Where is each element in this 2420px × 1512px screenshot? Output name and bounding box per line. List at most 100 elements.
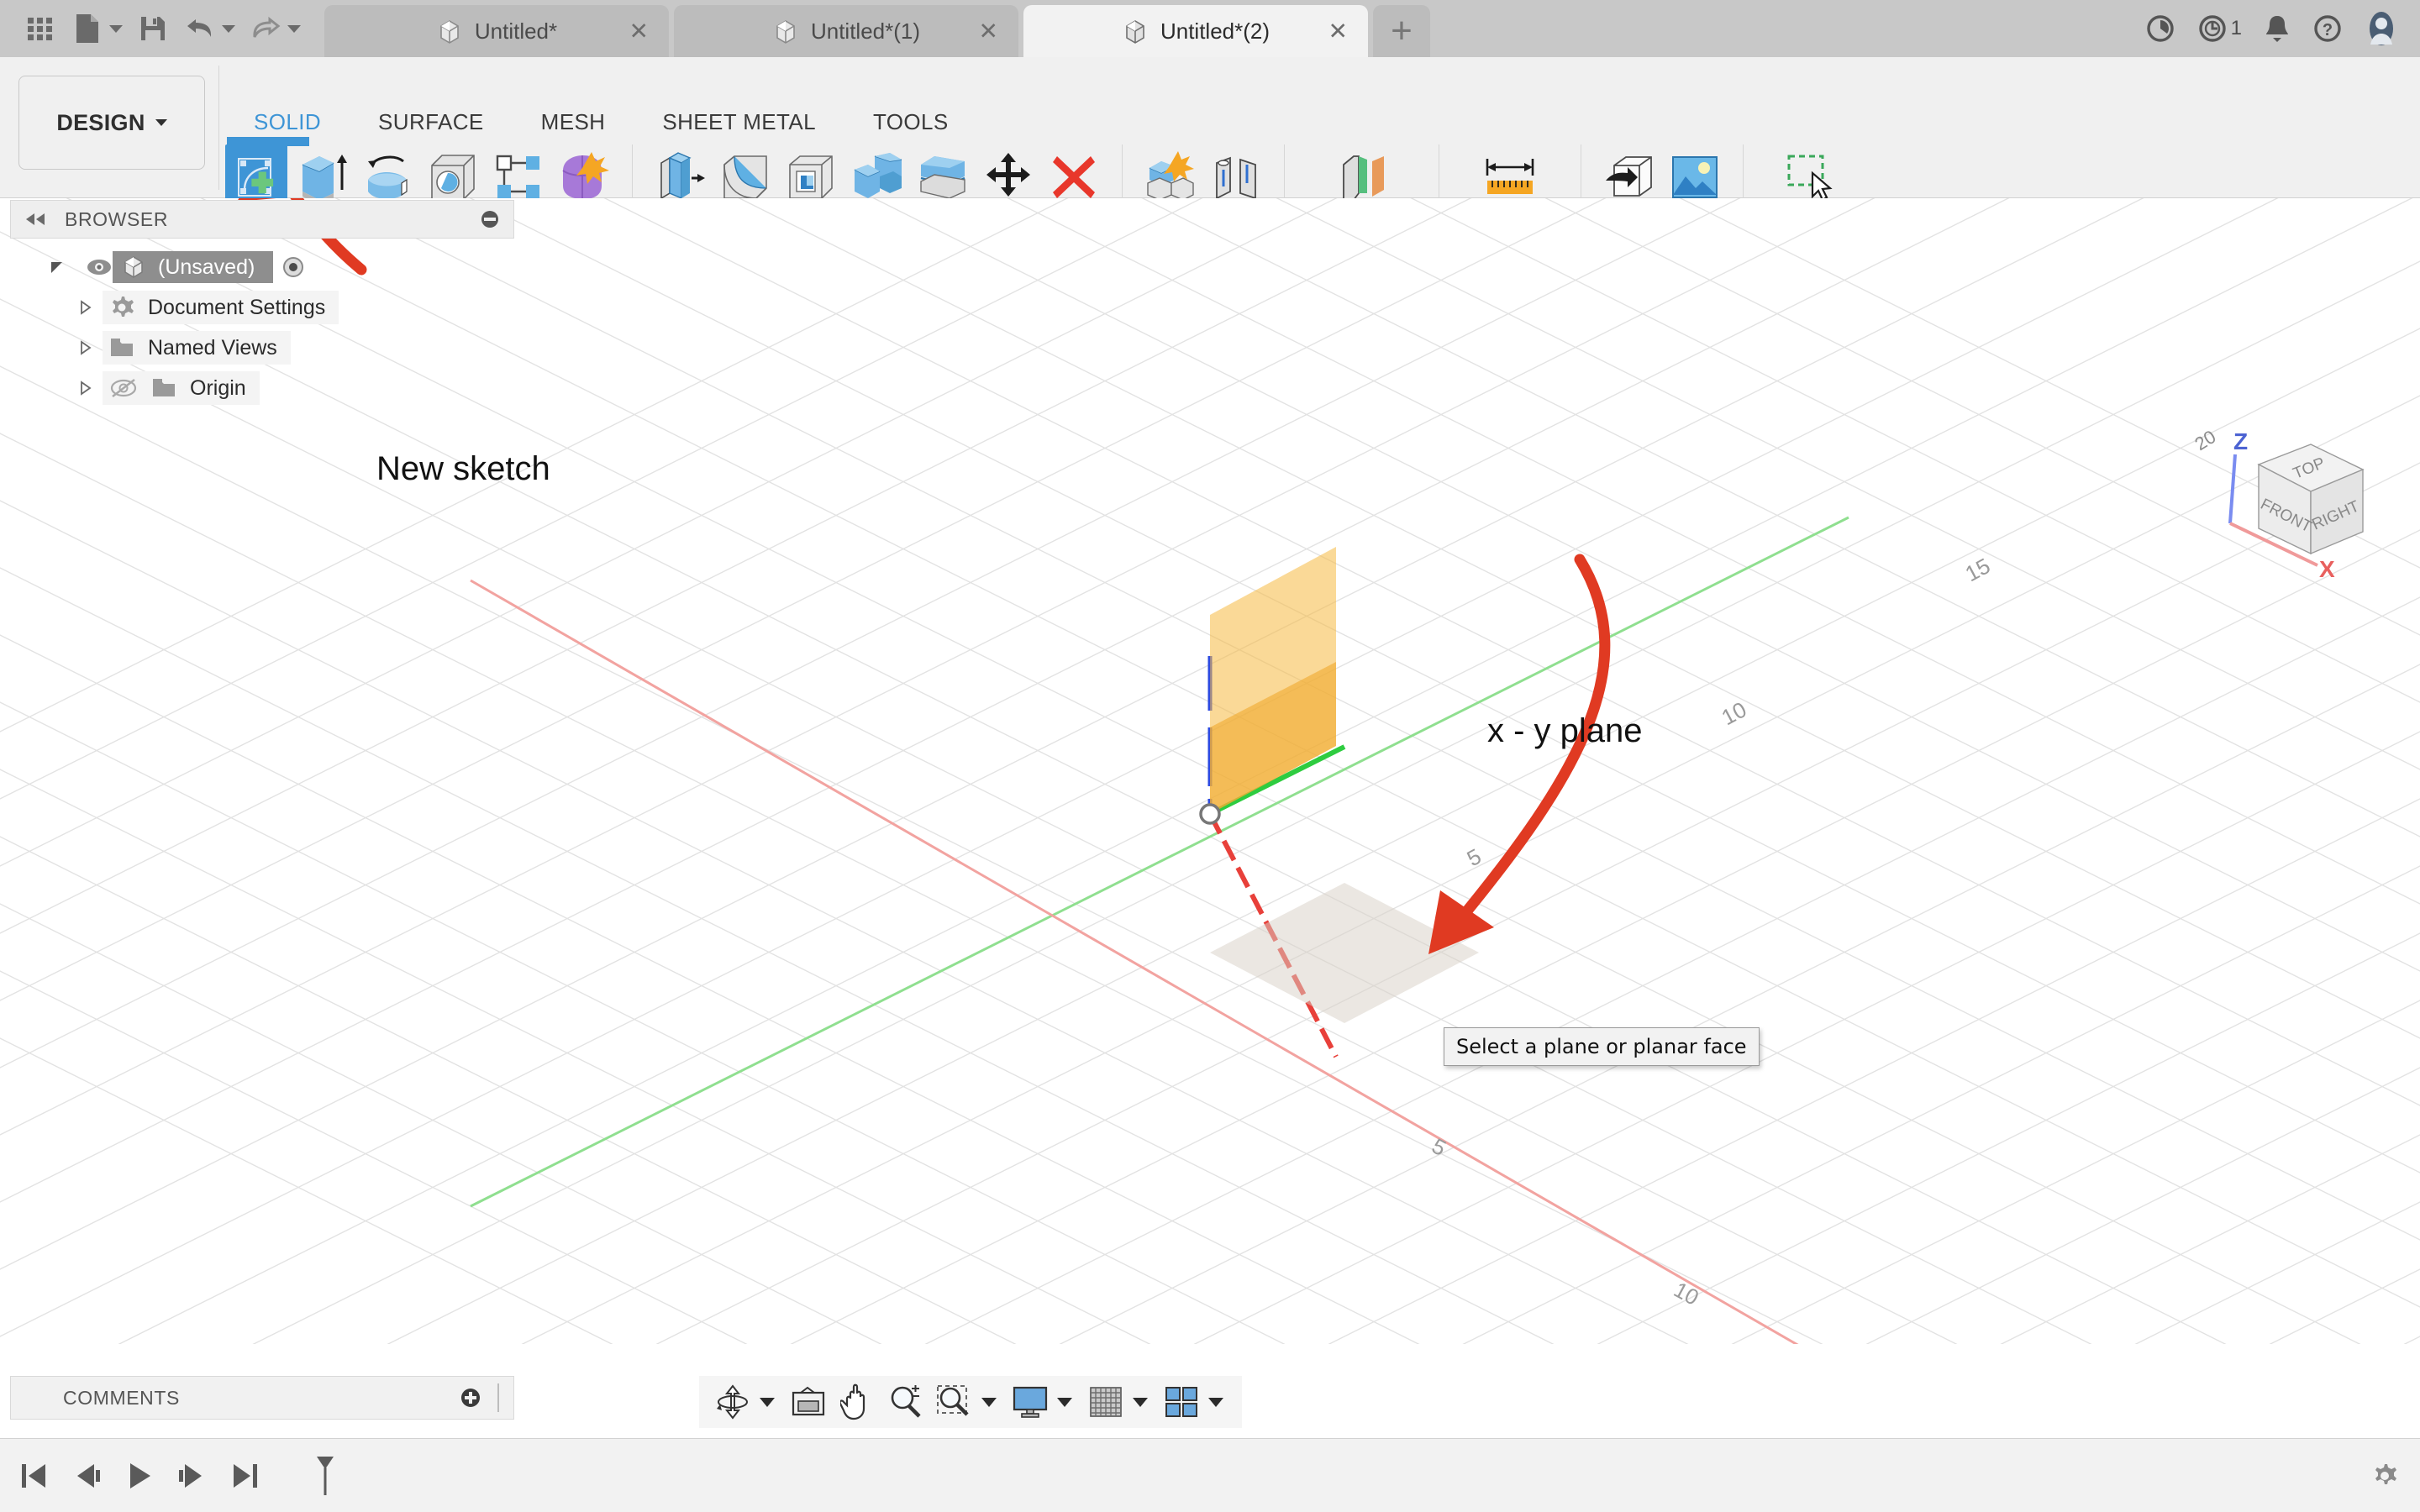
chevron-down-icon [155,119,167,126]
tree-twisty-collapsed-icon[interactable] [69,340,103,355]
workspace-label: DESIGN [56,109,145,135]
workspace-switcher-button[interactable]: DESIGN [18,76,205,170]
viewports-icon[interactable] [1158,1378,1205,1425]
version-history-count: 1 [2230,17,2242,39]
orbit-icon[interactable] [709,1378,756,1425]
viewports-caret-icon[interactable] [1208,1397,1223,1407]
display-settings-icon[interactable] [1007,1378,1054,1425]
file-menu-caret-icon[interactable] [109,24,123,33]
view-cube[interactable]: 20 Z X TOP FRONT RIGHT [2193,421,2403,589]
document-cube-icon [121,255,146,280]
redo-menu-caret-icon[interactable] [287,24,301,33]
title-bar: Untitled* ✕ Untitled*(1) ✕ Untitled*(2) … [0,0,2420,57]
ribbon-tab-sheet-metal[interactable]: SHEET METAL [634,109,844,135]
redo-icon[interactable] [242,5,289,52]
minimize-icon[interactable] [480,209,500,229]
timeline-playback-controls [0,1455,338,1497]
tree-item-origin[interactable]: Origin [10,368,514,408]
document-tab-close-icon[interactable]: ✕ [1328,18,1348,45]
help-icon[interactable]: ? [2312,13,2343,44]
tree-item-unsaved-name[interactable]: (Unsaved) [113,251,274,283]
folder-icon [109,337,134,359]
job-status-icon[interactable] [2145,13,2175,44]
eye-off-icon[interactable] [109,378,138,398]
browser-tree: (Unsaved) Document Settings Named Views … [10,239,514,408]
tree-item-label: Document Settings [148,295,326,319]
viewcube-corner-tick: 20 [2193,426,2219,454]
tree-item-unsaved[interactable]: (Unsaved) [10,247,514,287]
quick-access-toolbar [0,0,316,57]
grid-snaps-icon[interactable] [1082,1378,1129,1425]
document-tab-0[interactable]: Untitled* ✕ [324,5,669,57]
document-cube-icon [436,18,463,45]
view-navigation-bar [699,1376,1242,1428]
tree-item-label: (Unsaved) [158,255,255,279]
ribbon-divider [218,66,219,190]
undo-menu-caret-icon[interactable] [222,24,235,33]
bell-icon[interactable] [2264,13,2291,44]
timeline-settings-icon[interactable] [2371,1462,2398,1489]
browser-title: BROWSER [65,207,169,230]
document-tab-2[interactable]: Untitled*(2) ✕ [1023,5,1368,57]
viewcube-axis-z: Z [2233,428,2248,454]
folder-icon [151,377,176,399]
browser-header: BROWSER [10,200,514,239]
svg-text:?: ? [2323,21,2333,39]
titlebar-right-controls: 1 ? [2125,0,2420,57]
document-tab-close-icon[interactable]: ✕ [629,18,649,45]
tree-item-document-settings[interactable]: Document Settings [10,287,514,328]
ribbon-tab-bar: SOLID SURFACE MESH SHEET METAL TOOLS [225,109,977,135]
timeline-marker-icon[interactable] [313,1455,338,1497]
version-history-icon[interactable]: 1 [2197,13,2242,44]
fusion360-window: Untitled* ✕ Untitled*(1) ✕ Untitled*(2) … [0,0,2420,1512]
timeline-play-icon[interactable] [126,1462,153,1490]
save-icon[interactable] [129,5,176,52]
pan-icon[interactable] [834,1378,881,1425]
timeline-go-end-icon[interactable] [230,1462,260,1490]
activate-component-radio-icon[interactable] [281,255,305,279]
zoom-window-icon[interactable] [931,1378,978,1425]
collapse-left-icon[interactable] [24,212,46,227]
document-tab-1[interactable]: Untitled*(1) ✕ [674,5,1018,57]
new-sketch-annotation: New sketch [376,450,550,487]
comments-resize-handle[interactable] [495,1383,502,1412]
file-icon[interactable] [64,5,111,52]
comments-panel: COMMENTS [10,1376,514,1420]
avatar-icon[interactable] [2365,11,2398,46]
tree-twisty-collapsed-icon[interactable] [69,300,103,315]
orbit-caret-icon[interactable] [760,1397,775,1407]
gear-icon [109,295,134,320]
document-tab-label: Untitled* [474,18,558,44]
undo-icon[interactable] [176,5,224,52]
ribbon-tab-solid[interactable]: SOLID [225,109,350,135]
app-grid-icon[interactable] [17,5,64,52]
document-tab-label: Untitled*(2) [1160,18,1270,44]
ribbon-tab-surface[interactable]: SURFACE [350,109,513,135]
timeline-step-forward-icon[interactable] [176,1462,207,1490]
tree-item-named-views[interactable]: Named Views [10,328,514,368]
ribbon-tab-mesh[interactable]: MESH [513,109,634,135]
grid-snaps-caret-icon[interactable] [1133,1397,1148,1407]
timeline-step-back-icon[interactable] [72,1462,103,1490]
browser-panel: BROWSER (Unsaved) Document Settings Name… [10,200,514,408]
comments-title: COMMENTS [63,1386,180,1409]
timeline-bar [0,1438,2420,1512]
tree-item-label: Origin [190,375,246,400]
xy-plane-annotation: x - y plane [1487,712,1643,749]
look-at-icon[interactable] [785,1378,832,1425]
document-cube-icon [772,18,799,45]
document-tab-label: Untitled*(1) [810,18,921,44]
eye-icon[interactable] [86,258,113,276]
ribbon-tab-tools[interactable]: TOOLS [844,109,977,135]
tree-twisty-expanded-icon[interactable] [40,260,74,275]
document-tab-close-icon[interactable]: ✕ [979,18,998,45]
new-document-tab-button[interactable]: + [1373,5,1430,57]
tree-twisty-collapsed-icon[interactable] [69,381,103,396]
zoom-icon[interactable] [882,1378,929,1425]
timeline-go-start-icon[interactable] [18,1462,49,1490]
add-comment-icon[interactable] [460,1387,481,1409]
display-settings-caret-icon[interactable] [1057,1397,1072,1407]
ribbon: DESIGN SOLID SURFACE MESH SHEET METAL TO… [0,57,2420,240]
document-cube-icon [1122,18,1149,45]
zoom-window-caret-icon[interactable] [981,1397,997,1407]
